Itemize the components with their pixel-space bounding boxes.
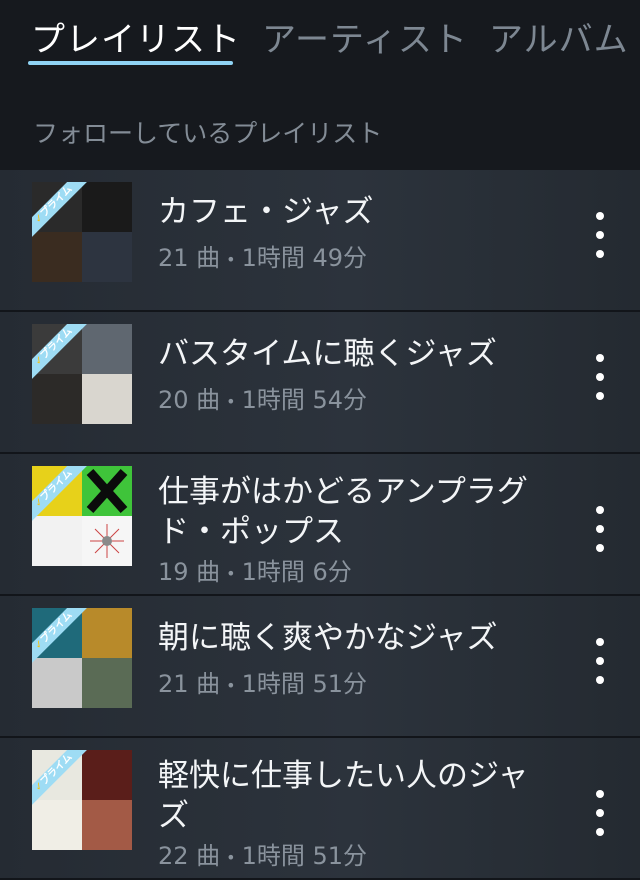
playlist-row[interactable]: ✓プライム カフェ・ジャズ 21 曲 • 1時間 49分 (0, 170, 640, 312)
playlist-list: ✓プライム カフェ・ジャズ 21 曲 • 1時間 49分 ✓プライム バスタイムに聴… (0, 170, 640, 880)
artwork-tile (82, 374, 132, 424)
tab-playlists[interactable]: プレイリスト (31, 12, 241, 61)
artwork-tile (82, 608, 132, 658)
artwork-tile (32, 658, 82, 708)
more-vertical-icon[interactable] (590, 638, 610, 684)
playlist-artwork: ✓プライム (32, 466, 132, 566)
artwork-tile (82, 182, 132, 232)
separator-dot: • (226, 847, 236, 867)
artwork-tile (82, 800, 132, 850)
playlist-artwork: ✓プライム (32, 608, 132, 708)
active-tab-indicator (28, 61, 233, 65)
playlist-duration: 1時間 51分 (241, 842, 368, 870)
track-count: 22 曲 (158, 842, 221, 870)
section-title: フォローしているプレイリスト (33, 119, 383, 148)
artwork-tile (82, 516, 132, 566)
playlist-meta: 22 曲 • 1時間 51分 (158, 836, 367, 871)
playlist-title: カフェ・ジャズ (158, 194, 374, 230)
artwork-tile (32, 800, 82, 850)
playlist-duration: 1時間 6分 (241, 558, 352, 586)
playlist-artwork: ✓プライム (32, 750, 132, 850)
artwork-tile (32, 516, 82, 566)
playlist-duration: 1時間 49分 (241, 244, 368, 272)
artwork-tile (82, 750, 132, 800)
more-vertical-icon[interactable] (590, 354, 610, 400)
separator-dot: • (226, 391, 236, 411)
artwork-tile (32, 374, 82, 424)
track-count: 19 曲 (158, 558, 221, 586)
more-vertical-icon[interactable] (590, 790, 610, 836)
tab-bar: プレイリスト アーティスト アルバム (0, 0, 640, 70)
artwork-tile (82, 232, 132, 282)
separator-dot: • (226, 249, 236, 269)
playlist-row[interactable]: ✓プライム バスタイムに聴くジャズ 20 曲 • 1時間 54分 (0, 312, 640, 454)
playlist-meta: 20 曲 • 1時間 54分 (158, 380, 367, 415)
track-count: 21 曲 (158, 670, 221, 698)
playlist-meta: 21 曲 • 1時間 49分 (158, 238, 367, 273)
playlist-row[interactable]: ✓プライム 朝に聴く爽やかなジャズ 21 曲 • 1時間 51分 (0, 596, 640, 738)
more-vertical-icon[interactable] (590, 506, 610, 552)
playlist-duration: 1時間 54分 (241, 386, 368, 414)
artwork-tile (82, 658, 132, 708)
playlist-title: 朝に聴く爽やかなジャズ (158, 620, 498, 656)
playlist-meta: 21 曲 • 1時間 51分 (158, 664, 367, 699)
playlist-title: 仕事がはかどるアンプラグド・ポップス (158, 474, 528, 550)
playlist-title: 軽快に仕事したい人のジャズ (158, 758, 529, 834)
playlist-artwork: ✓プライム (32, 324, 132, 424)
playlist-artwork: ✓プライム (32, 182, 132, 282)
track-count: 21 曲 (158, 244, 221, 272)
tab-albums[interactable]: アルバム (489, 12, 629, 61)
artwork-tile (32, 232, 82, 282)
more-vertical-icon[interactable] (590, 212, 610, 258)
track-count: 20 曲 (158, 386, 221, 414)
artwork-tile (82, 324, 132, 374)
playlist-duration: 1時間 51分 (241, 670, 368, 698)
playlist-title: バスタイムに聴くジャズ (158, 336, 497, 372)
separator-dot: • (226, 675, 236, 695)
section-header: フォローしているプレイリスト (0, 70, 640, 170)
artwork-tile (82, 466, 132, 516)
playlist-row[interactable]: ✓プライム 仕事がはかどるアンプラグド・ポップス 19 曲 • 1時間 6分 (0, 454, 640, 596)
separator-dot: • (226, 563, 236, 583)
playlist-meta: 19 曲 • 1時間 6分 (158, 552, 352, 587)
tab-artists[interactable]: アーティスト (262, 12, 468, 61)
